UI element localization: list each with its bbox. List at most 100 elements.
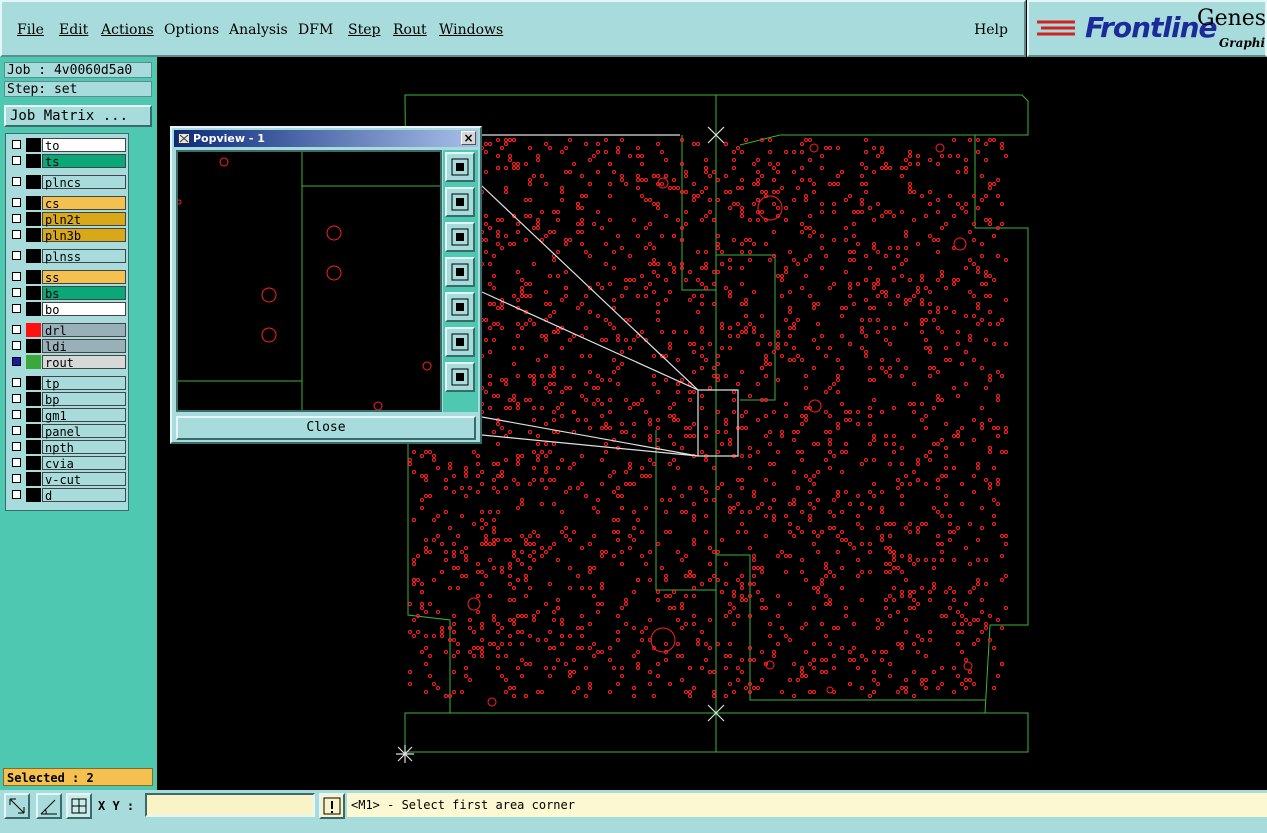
layer-color-swatch[interactable]: [26, 472, 41, 486]
pan-up-button[interactable]: [445, 187, 475, 217]
layer-checkbox[interactable]: [12, 426, 21, 435]
layer-name[interactable]: pln2t: [42, 212, 126, 227]
zoom-home-button[interactable]: [445, 152, 475, 182]
layer-row-plncs[interactable]: plncs: [8, 175, 126, 190]
menu-options[interactable]: Options: [164, 22, 219, 38]
layer-row-cs[interactable]: cs: [8, 196, 126, 211]
layer-color-swatch[interactable]: [26, 154, 41, 168]
layer-color-swatch[interactable]: [26, 323, 41, 337]
layer-row-ldi[interactable]: ldi: [8, 339, 126, 354]
layer-color-swatch[interactable]: [26, 488, 41, 502]
menu-edit[interactable]: Edit: [59, 22, 88, 38]
menu-help[interactable]: Help: [974, 22, 1008, 38]
layer-checkbox[interactable]: [12, 357, 21, 366]
area-select-button[interactable]: [4, 793, 30, 819]
layer-row-plnss[interactable]: plnss: [8, 249, 126, 264]
layer-name[interactable]: npth: [42, 440, 126, 455]
zoom-in-button[interactable]: [445, 327, 475, 357]
zoom-out-button[interactable]: [445, 362, 475, 392]
layer-name[interactable]: pln3b: [42, 228, 126, 243]
layer-color-swatch[interactable]: [26, 249, 41, 263]
layer-row-pln3b[interactable]: pln3b: [8, 228, 126, 243]
layer-checkbox[interactable]: [12, 378, 21, 387]
layer-color-swatch[interactable]: [26, 440, 41, 454]
popview-canvas[interactable]: [176, 150, 442, 412]
layer-row-bp[interactable]: bp: [8, 392, 126, 407]
layer-color-swatch[interactable]: [26, 270, 41, 284]
layer-checkbox[interactable]: [12, 341, 21, 350]
pan-left-button[interactable]: [445, 257, 475, 287]
layer-checkbox[interactable]: [12, 490, 21, 499]
menu-actions[interactable]: Actions: [101, 22, 154, 38]
layer-checkbox[interactable]: [12, 272, 21, 281]
layer-name[interactable]: ldi: [42, 339, 126, 354]
layer-checkbox[interactable]: [12, 442, 21, 451]
layer-name[interactable]: d: [42, 488, 126, 503]
layer-checkbox[interactable]: [12, 304, 21, 313]
layer-name[interactable]: panel: [42, 424, 126, 439]
layer-color-swatch[interactable]: [26, 138, 41, 152]
layer-row-v-cut[interactable]: v-cut: [8, 472, 126, 487]
popview-titlebar[interactable]: Popview - 1 ×: [174, 130, 478, 147]
layer-row-bs[interactable]: bs: [8, 286, 126, 301]
layer-color-swatch[interactable]: [26, 376, 41, 390]
menu-windows[interactable]: Windows: [439, 22, 503, 38]
layer-color-swatch[interactable]: [26, 302, 41, 316]
layer-name[interactable]: bs: [42, 286, 126, 301]
menu-step[interactable]: Step: [348, 22, 380, 38]
layer-row-d[interactable]: d: [8, 488, 126, 503]
layer-name[interactable]: gm1: [42, 408, 126, 423]
layer-color-swatch[interactable]: [26, 392, 41, 406]
layer-row-pln2t[interactable]: pln2t: [8, 212, 126, 227]
pan-right-button[interactable]: [445, 292, 475, 322]
layer-checkbox[interactable]: [12, 394, 21, 403]
layer-row-gm1[interactable]: gm1: [8, 408, 126, 423]
window-menu-icon[interactable]: [178, 133, 190, 144]
layer-name[interactable]: to: [42, 138, 126, 153]
layer-name[interactable]: ts: [42, 154, 126, 169]
layer-color-swatch[interactable]: [26, 212, 41, 226]
pan-down-button[interactable]: [445, 222, 475, 252]
layer-name[interactable]: v-cut: [42, 472, 126, 487]
layer-checkbox[interactable]: [12, 474, 21, 483]
layer-row-drl[interactable]: drl: [8, 323, 126, 338]
layer-color-swatch[interactable]: [26, 196, 41, 210]
layer-checkbox[interactable]: [12, 140, 21, 149]
xy-input[interactable]: [145, 793, 315, 817]
grid-snap-button[interactable]: [66, 793, 92, 819]
layer-name[interactable]: bp: [42, 392, 126, 407]
close-icon[interactable]: ×: [461, 131, 476, 145]
layer-color-swatch[interactable]: [26, 355, 41, 369]
layer-name[interactable]: plncs: [42, 175, 126, 190]
menu-rout[interactable]: Rout: [393, 22, 427, 38]
layer-row-ts[interactable]: ts: [8, 154, 126, 169]
menu-dfm[interactable]: DFM: [298, 22, 333, 38]
layer-name[interactable]: ss: [42, 270, 126, 285]
layer-checkbox[interactable]: [12, 410, 21, 419]
layer-color-swatch[interactable]: [26, 228, 41, 242]
layer-name[interactable]: plnss: [42, 249, 126, 264]
layer-color-swatch[interactable]: [26, 456, 41, 470]
layer-row-tp[interactable]: tp: [8, 376, 126, 391]
layer-name[interactable]: tp: [42, 376, 126, 391]
popview-close-button[interactable]: Close: [176, 416, 476, 440]
layer-name[interactable]: drl: [42, 323, 126, 338]
layer-checkbox[interactable]: [12, 177, 21, 186]
alert-button[interactable]: [319, 793, 345, 819]
layer-row-rout[interactable]: rout: [8, 355, 126, 370]
layer-color-swatch[interactable]: [26, 424, 41, 438]
layer-row-npth[interactable]: npth: [8, 440, 126, 455]
layer-name[interactable]: bo: [42, 302, 126, 317]
layer-checkbox[interactable]: [12, 230, 21, 239]
layer-row-ss[interactable]: ss: [8, 270, 126, 285]
layer-name[interactable]: rout: [42, 355, 126, 370]
layer-row-cvia[interactable]: cvia: [8, 456, 126, 471]
layer-name[interactable]: cs: [42, 196, 126, 211]
menu-analysis[interactable]: Analysis: [229, 22, 288, 38]
layer-row-bo[interactable]: bo: [8, 302, 126, 317]
layer-color-swatch[interactable]: [26, 339, 41, 353]
menu-file[interactable]: File: [17, 22, 44, 38]
layer-color-swatch[interactable]: [26, 408, 41, 422]
layer-row-to[interactable]: to: [8, 138, 126, 153]
job-matrix-button[interactable]: Job Matrix ...: [4, 105, 152, 127]
